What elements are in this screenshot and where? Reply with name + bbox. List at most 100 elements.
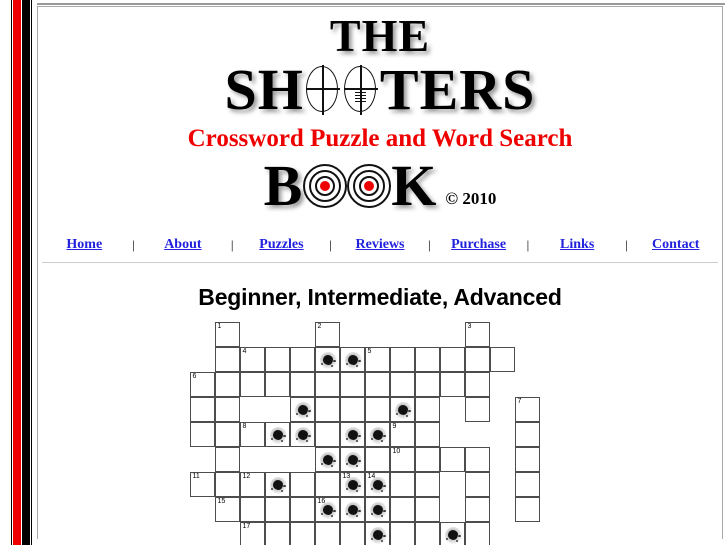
crossword-cell[interactable] (365, 522, 390, 545)
crossword-cell[interactable] (215, 347, 240, 372)
crossword-cell[interactable] (415, 447, 440, 472)
crossword-cell[interactable] (365, 372, 390, 397)
crossword-cell[interactable] (415, 372, 440, 397)
crossword-cell[interactable] (390, 347, 415, 372)
crossword-cell[interactable] (465, 522, 490, 545)
crossword-cell[interactable] (290, 472, 315, 497)
nav-link-purchase[interactable]: Purchase (451, 237, 506, 252)
crossword-cell[interactable] (240, 372, 265, 397)
crossword-cell[interactable]: 15 (215, 497, 240, 522)
crossword-cell[interactable]: 17 (240, 522, 265, 545)
crossword-cell[interactable] (315, 447, 340, 472)
crossword-cell[interactable] (365, 397, 390, 422)
crossword-cell[interactable] (340, 522, 365, 545)
crossword-cell[interactable]: 1 (215, 322, 240, 347)
crossword-cell[interactable] (290, 372, 315, 397)
crossword-cell[interactable] (440, 447, 465, 472)
crossword-cell[interactable] (465, 497, 490, 522)
crossword-cell[interactable]: 5 (365, 347, 390, 372)
nav-link-links[interactable]: Links (560, 237, 594, 252)
crossword-cell[interactable] (265, 472, 290, 497)
nav-link-about[interactable]: About (164, 237, 201, 252)
crossword-cell[interactable] (290, 497, 315, 522)
crossword-cell[interactable] (390, 472, 415, 497)
crossword-cell[interactable] (515, 497, 540, 522)
crossword-cell[interactable] (290, 422, 315, 447)
crossword-cell[interactable] (365, 497, 390, 522)
crossword-cell[interactable] (515, 472, 540, 497)
crossword-cell[interactable] (415, 347, 440, 372)
crossword-cell[interactable] (215, 447, 240, 472)
crossword-cell[interactable] (415, 497, 440, 522)
crossword-cell[interactable] (365, 422, 390, 447)
nav-link-home[interactable]: Home (66, 237, 102, 252)
crossword-cell[interactable] (265, 347, 290, 372)
nav-link-contact[interactable]: Contact (652, 237, 699, 252)
crossword-cell[interactable] (340, 372, 365, 397)
crossword-cell[interactable] (290, 522, 315, 545)
crossword-cell[interactable]: 3 (465, 322, 490, 347)
crossword-cell[interactable] (365, 447, 390, 472)
crossword-cell[interactable] (390, 522, 415, 545)
crossword-cell[interactable] (240, 497, 265, 522)
crossword-cell[interactable] (340, 497, 365, 522)
nav-link-puzzles[interactable]: Puzzles (259, 237, 303, 252)
crossword-cell[interactable] (315, 472, 340, 497)
crossword-cell[interactable] (315, 397, 340, 422)
crossword-cell[interactable]: 11 (190, 472, 215, 497)
crossword-cell[interactable] (190, 422, 215, 447)
crossword-cell[interactable]: 6 (190, 372, 215, 397)
crossword-cell[interactable] (340, 447, 365, 472)
crossword-cell[interactable] (215, 372, 240, 397)
crossword-cell[interactable] (415, 522, 440, 545)
crossword-cell[interactable] (215, 397, 240, 422)
bullet-hole-icon (270, 477, 287, 494)
crossword-cell[interactable]: 9 (390, 422, 415, 447)
crossword-cell[interactable] (390, 397, 415, 422)
crossword-cell[interactable] (340, 397, 365, 422)
crossword-cell[interactable]: 10 (390, 447, 415, 472)
crossword-cell[interactable]: 8 (240, 422, 265, 447)
crossword-cell[interactable] (465, 472, 490, 497)
crossword-cell[interactable] (465, 447, 490, 472)
crossword-cell[interactable] (265, 522, 290, 545)
crossword-cell[interactable] (465, 397, 490, 422)
crossword-cell[interactable] (440, 347, 465, 372)
crossword-cell[interactable] (265, 422, 290, 447)
crossword-cell[interactable]: 14 (365, 472, 390, 497)
crossword-cell[interactable] (415, 422, 440, 447)
crossword-cell[interactable]: 7 (515, 397, 540, 422)
crossword-cell[interactable] (515, 422, 540, 447)
crossword-cell[interactable]: 12 (240, 472, 265, 497)
crossword-cell[interactable] (465, 372, 490, 397)
crossword-cell[interactable] (440, 372, 465, 397)
crossword-cell[interactable] (415, 397, 440, 422)
crossword-cell[interactable] (215, 422, 240, 447)
crossword-cell[interactable]: 16 (315, 497, 340, 522)
crossword-cell[interactable] (340, 422, 365, 447)
crossword-cell[interactable] (390, 372, 415, 397)
crossword-cell[interactable] (415, 472, 440, 497)
crossword-cell[interactable] (490, 347, 515, 372)
crossword-cell[interactable] (465, 347, 490, 372)
crossword-cell[interactable] (290, 347, 315, 372)
crossword-cell[interactable] (190, 397, 215, 422)
crossword-cell[interactable] (515, 447, 540, 472)
crossword-cell[interactable] (315, 372, 340, 397)
logo-word-book: B K (264, 157, 438, 215)
crossword-cell[interactable]: 2 (315, 322, 340, 347)
crossword-cell[interactable] (315, 422, 340, 447)
crossword-cell[interactable]: 4 (240, 347, 265, 372)
crossword-cell[interactable] (265, 497, 290, 522)
nav-link-reviews[interactable]: Reviews (356, 237, 405, 252)
crossword-cell[interactable] (215, 472, 240, 497)
crossword-cell[interactable] (340, 347, 365, 372)
crossword-cell[interactable] (390, 497, 415, 522)
crossword-cell[interactable] (315, 522, 340, 545)
crossword-cell[interactable] (290, 397, 315, 422)
crossword-cell[interactable] (440, 522, 465, 545)
crossword-clue-number: 3 (467, 323, 472, 330)
crossword-cell[interactable] (265, 372, 290, 397)
crossword-cell[interactable] (315, 347, 340, 372)
crossword-cell[interactable]: 13 (340, 472, 365, 497)
